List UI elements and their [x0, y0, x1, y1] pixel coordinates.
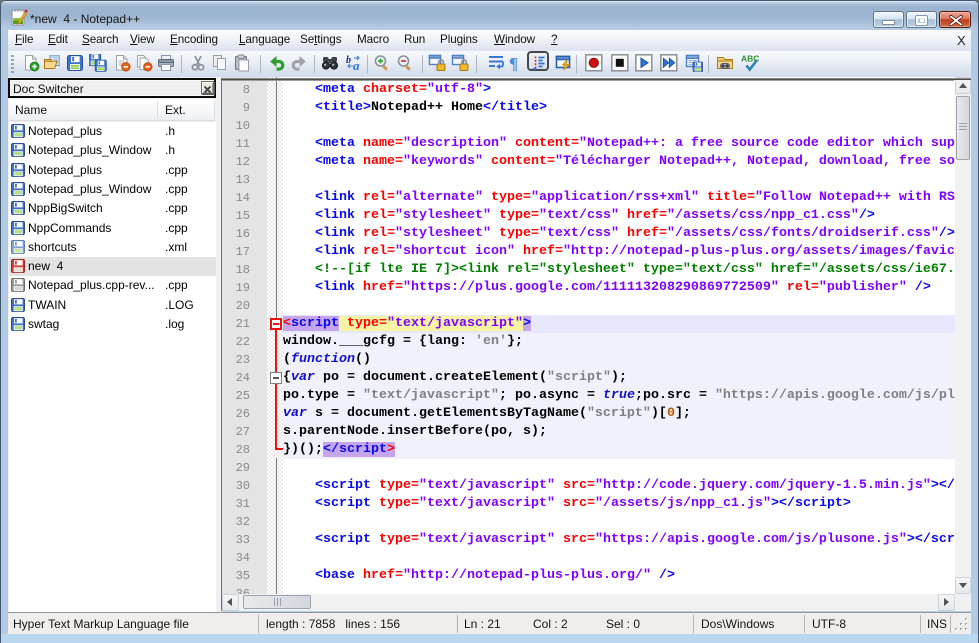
svg-text:a: a [353, 58, 360, 72]
svg-text:¶: ¶ [509, 54, 518, 72]
